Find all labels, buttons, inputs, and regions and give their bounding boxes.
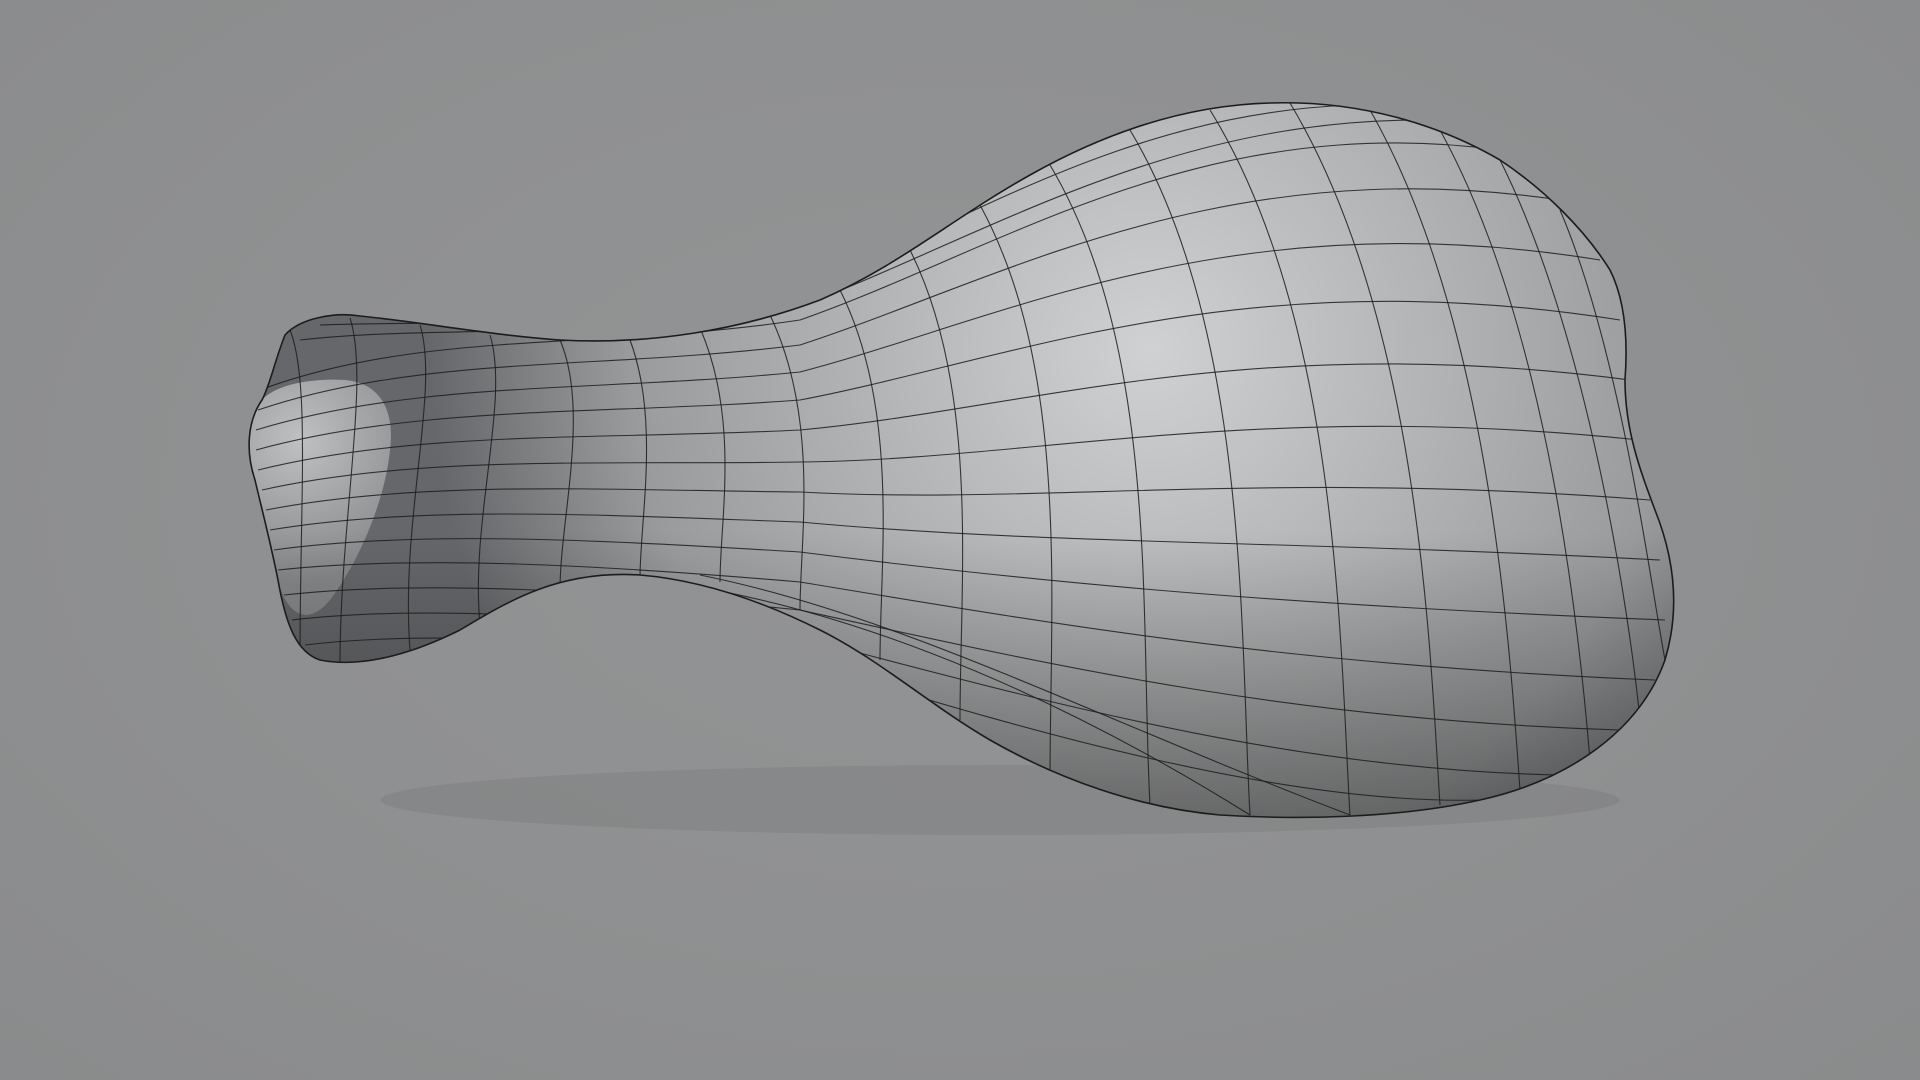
mesh-underside-shade	[249, 102, 1674, 818]
3d-viewport[interactable]	[0, 0, 1920, 1080]
drumstick-mesh[interactable]	[248, 101, 1675, 819]
